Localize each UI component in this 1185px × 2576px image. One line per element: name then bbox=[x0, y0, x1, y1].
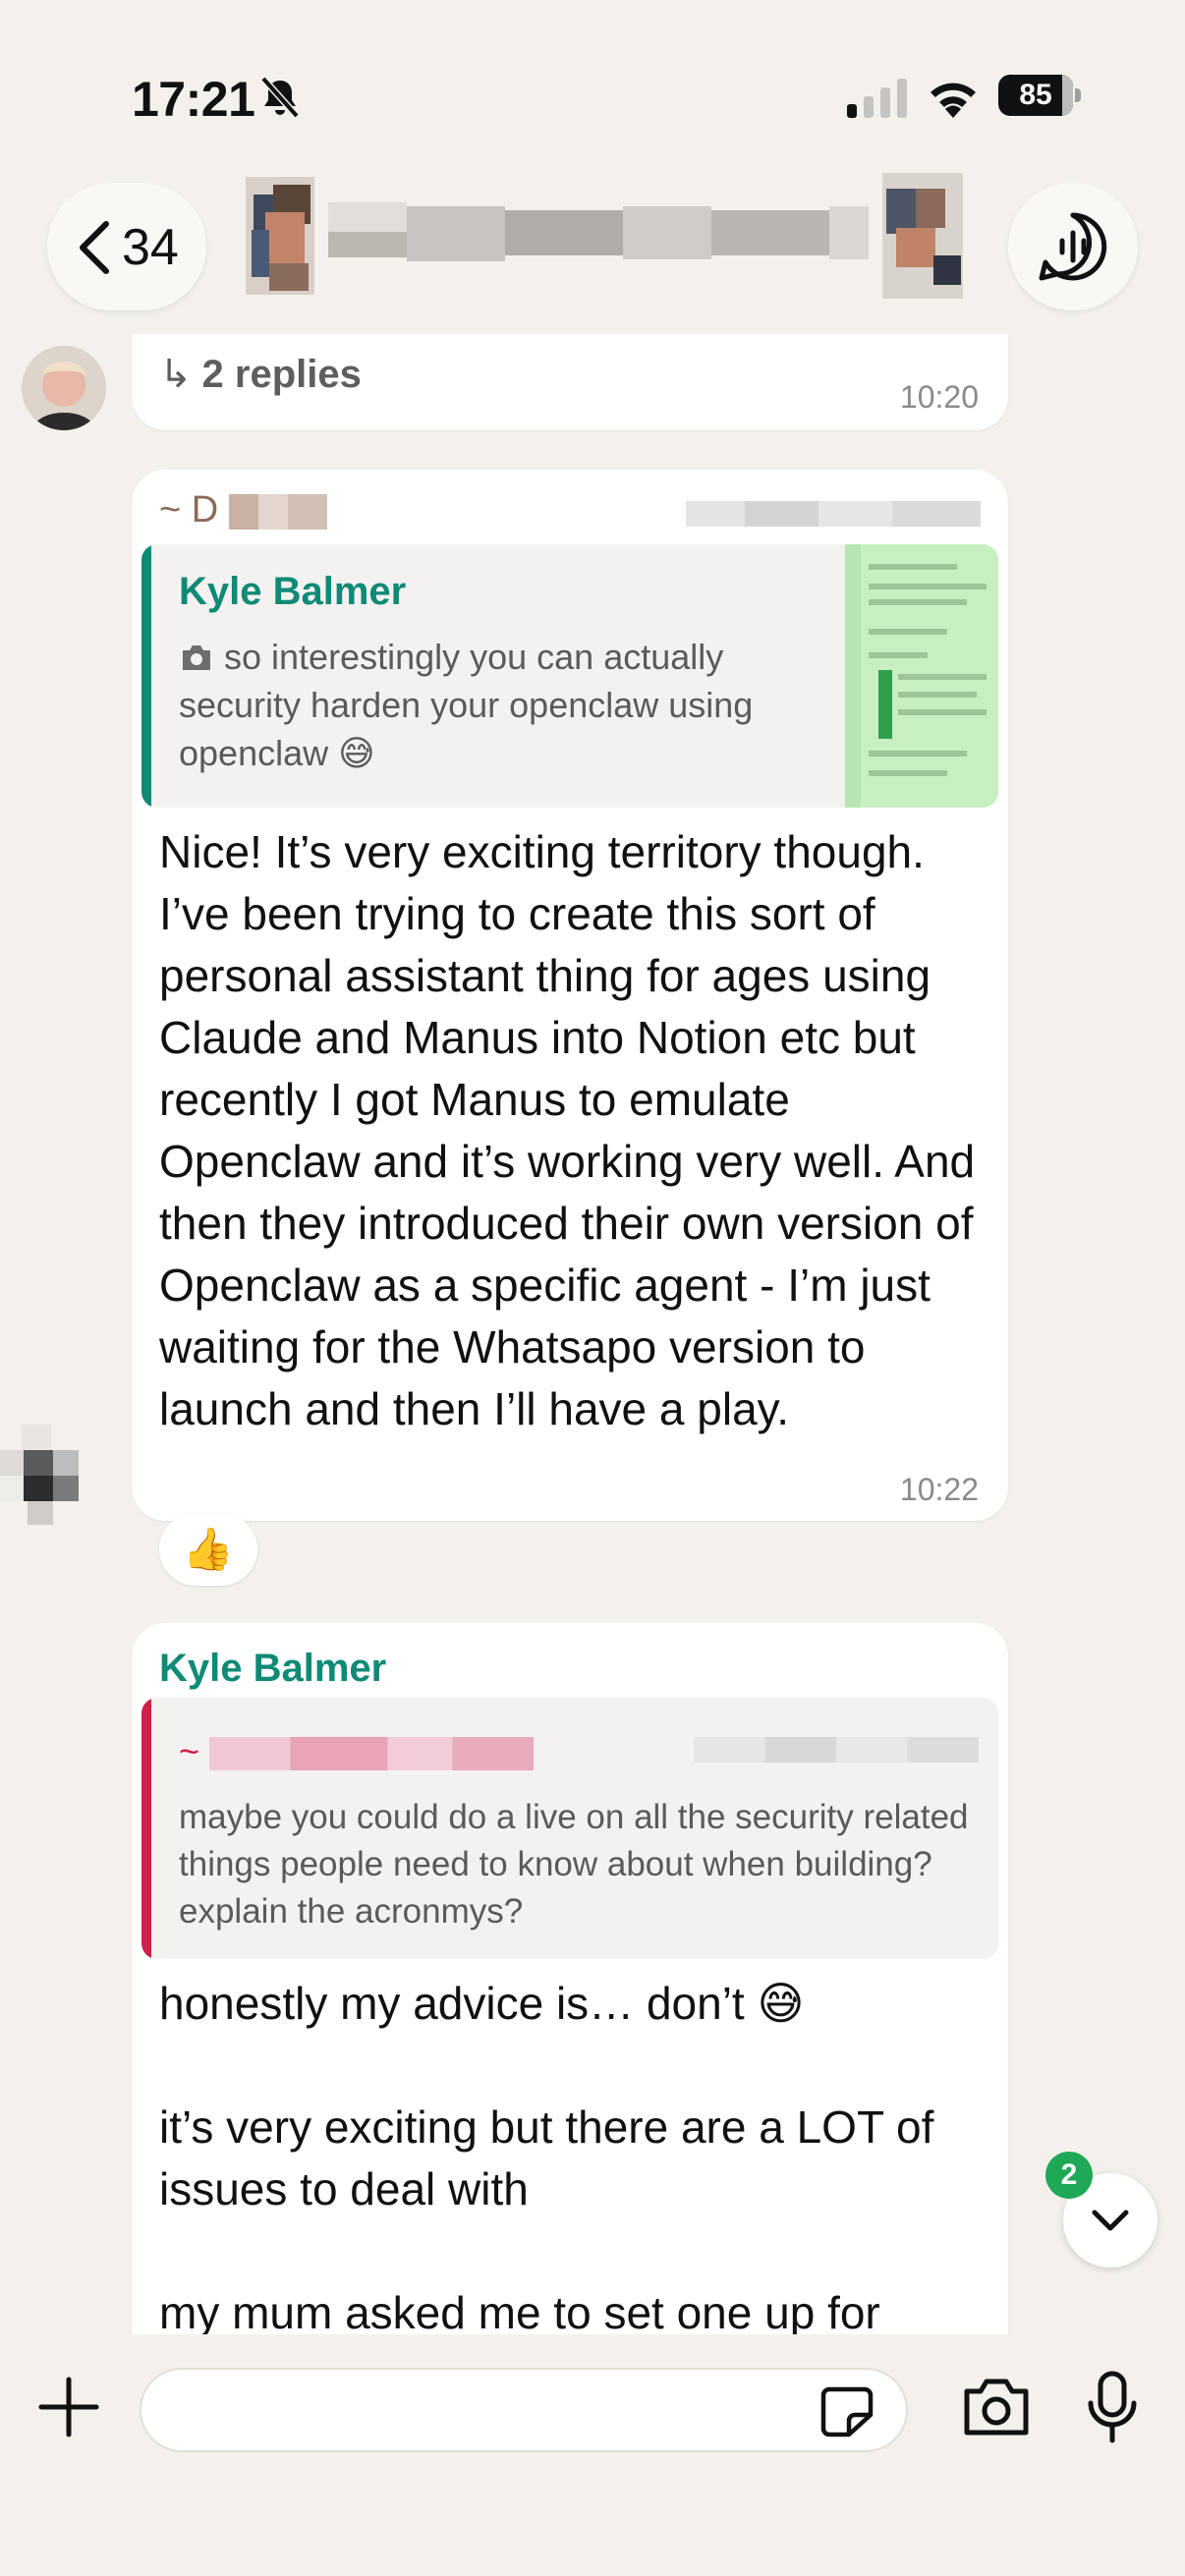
thread-replies-bubble[interactable]: ↳ 2 replies 10:20 bbox=[132, 334, 1008, 430]
reply-arrow-icon: ↳ bbox=[159, 353, 193, 396]
quoted-text: so interestingly you can actually securi… bbox=[179, 637, 754, 773]
sender-avatar[interactable] bbox=[22, 346, 106, 430]
sender-phone-pixelated bbox=[686, 501, 981, 527]
voice-chat-button[interactable] bbox=[1008, 183, 1138, 310]
quoted-phone-pixelated bbox=[694, 1737, 979, 1763]
sticker-icon[interactable] bbox=[819, 2385, 875, 2438]
sender-avatar-pixelated[interactable] bbox=[0, 1425, 83, 1527]
message-time: 10:20 bbox=[899, 379, 979, 415]
audio-waveform-icon bbox=[1039, 212, 1107, 281]
chat-screen: 17:21 85 34 ↳ 2 replies 10:20 ~ D Kyle B… bbox=[0, 0, 1185, 2576]
quoted-text: maybe you could do a live on all the sec… bbox=[179, 1798, 969, 1931]
bell-muted-icon bbox=[260, 76, 300, 119]
wifi-icon bbox=[931, 83, 976, 118]
microphone-icon[interactable] bbox=[1085, 2370, 1140, 2444]
plus-icon[interactable] bbox=[37, 2376, 100, 2438]
message-input-container[interactable] bbox=[140, 2368, 908, 2452]
quoted-sender-name: Kyle Balmer bbox=[179, 570, 407, 613]
quoted-message[interactable]: ~ maybe you could do a live on all the s… bbox=[141, 1698, 998, 1959]
composer-bar bbox=[0, 2334, 1185, 2576]
unread-chats-count: 34 bbox=[122, 219, 179, 276]
sender-name-pixelated: ~ D bbox=[159, 489, 327, 532]
thread-replies-link[interactable]: ↳ 2 replies bbox=[159, 352, 362, 397]
quoted-message[interactable]: Kyle Balmer so interestingly you can act… bbox=[141, 544, 998, 808]
quoted-sender-name-pixelated: ~ bbox=[179, 1731, 535, 1772]
camera-icon[interactable] bbox=[961, 2376, 1032, 2438]
reaction-badge[interactable]: 👍 bbox=[159, 1513, 257, 1586]
message-text: Nice! It’s very exciting territory thoug… bbox=[159, 826, 976, 1434]
replies-label: 2 replies bbox=[201, 353, 362, 396]
message-bubble[interactable]: Kyle Balmer ~ maybe you could do a live … bbox=[132, 1623, 1008, 2334]
message-input[interactable] bbox=[171, 2370, 819, 2450]
sender-name: Kyle Balmer bbox=[159, 1647, 387, 1690]
group-title-pixelated[interactable] bbox=[246, 167, 963, 305]
message-list[interactable]: ↳ 2 replies 10:20 ~ D Kyle Balmer so inte… bbox=[0, 334, 1185, 2334]
unread-count-badge: 2 bbox=[1045, 2152, 1093, 2199]
message-time: 10:22 bbox=[899, 1472, 979, 1507]
status-time: 17:21 bbox=[132, 72, 255, 127]
message-text: honestly my advice is… don’t 😅 it’s very… bbox=[159, 1978, 934, 2334]
status-bar: 17:21 85 bbox=[0, 0, 1185, 157]
quoted-image-thumbnail[interactable] bbox=[845, 544, 998, 808]
battery-icon: 85 bbox=[998, 75, 1081, 116]
message-bubble[interactable]: ~ D Kyle Balmer so interestingly you can… bbox=[132, 470, 1008, 1521]
chevron-down-icon bbox=[1092, 2210, 1129, 2231]
cellular-signal-icon bbox=[847, 79, 907, 118]
chevron-left-icon bbox=[80, 221, 109, 274]
back-button[interactable]: 34 bbox=[47, 183, 206, 310]
battery-percent: 85 bbox=[1019, 79, 1052, 111]
